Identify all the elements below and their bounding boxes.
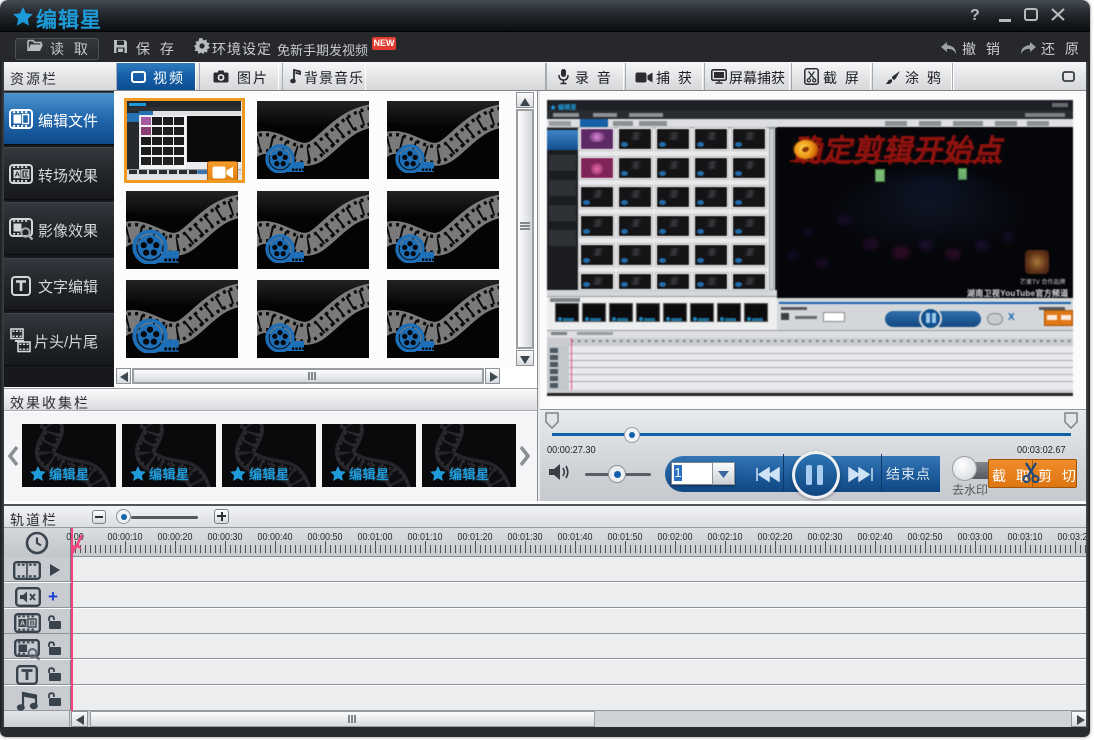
- svg-text:A: A: [20, 621, 25, 628]
- svg-text:B: B: [30, 621, 35, 628]
- svg-text:A: A: [15, 170, 21, 179]
- svg-text:B: B: [23, 170, 29, 179]
